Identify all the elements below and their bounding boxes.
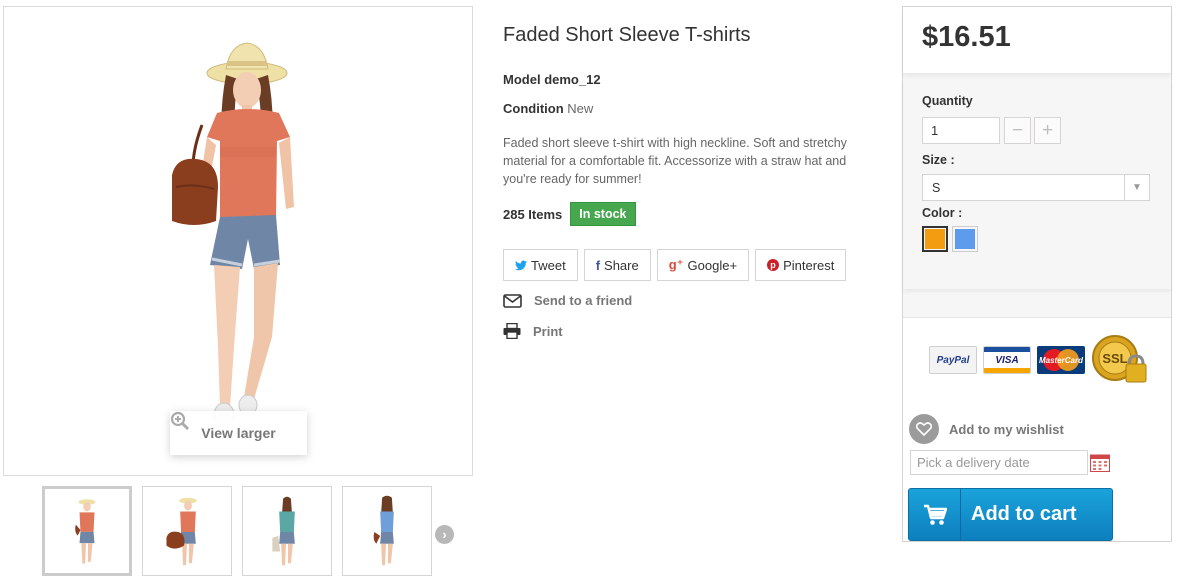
pinterest-button[interactable]: p Pinterest: [755, 249, 847, 281]
thumbnail-photo: [166, 497, 197, 566]
quantity-label: Quantity: [922, 94, 973, 108]
color-label: Color :: [922, 206, 963, 220]
product-info: Faded Short Sleeve T-shirts Model demo_1…: [503, 22, 873, 339]
mastercard-logo: MasterCard: [1037, 346, 1085, 374]
color-swatch-blue[interactable]: [952, 226, 978, 252]
view-larger-button[interactable]: View larger: [170, 411, 307, 455]
model-value: demo_12: [544, 72, 601, 87]
product-condition: Condition New: [503, 101, 593, 116]
facebook-share-button[interactable]: f Share: [583, 249, 651, 281]
size-select[interactable]: S ▼: [922, 174, 1150, 201]
product-title: Faded Short Sleeve T-shirts: [503, 24, 751, 46]
thumbnail-2[interactable]: [142, 486, 232, 576]
ssl-seal-icon: SSL: [1092, 335, 1147, 383]
heart-icon: [909, 414, 939, 444]
envelope-icon: [503, 293, 522, 308]
model-photo: [172, 42, 294, 428]
product-options: Quantity − + Size : S ▼ Color :: [903, 79, 1171, 289]
thumbnail-strip: [42, 486, 432, 576]
payment-and-cart-area: PayPal VISA MasterCard SSL Add to my wis…: [903, 317, 1171, 541]
printer-icon: [503, 323, 521, 339]
print-label: Print: [533, 323, 563, 339]
model-label: Model: [503, 72, 541, 87]
thumbnail-photo: [272, 496, 295, 566]
social-share-buttons: Tweet f Share g⁺ Google+ p Pinterest: [503, 249, 847, 281]
tweet-button[interactable]: Tweet: [503, 249, 578, 281]
thumbnail-photo: [373, 495, 394, 566]
stock-row: 285 Items In stock: [503, 202, 636, 226]
size-selected-value: S: [932, 180, 941, 195]
color-swatch-fill: [955, 229, 975, 249]
print-link[interactable]: Print: [503, 323, 563, 339]
product-price: $16.51: [922, 21, 1011, 53]
chevron-down-icon: ▼: [1124, 175, 1149, 200]
color-swatch-fill: [925, 229, 945, 249]
twitter-bird-icon: [515, 260, 527, 270]
quantity-plus-button[interactable]: +: [1034, 117, 1061, 144]
share-label: Share: [604, 257, 639, 273]
product-model: Model demo_12: [503, 72, 601, 87]
shopping-cart-icon: [909, 489, 961, 540]
google-plus-icon: g⁺: [668, 257, 684, 272]
quantity-input[interactable]: [922, 117, 1000, 144]
wishlist-label: Add to my wishlist: [949, 421, 1064, 437]
buy-box: $16.51 Quantity − + Size : S ▼ Color : P…: [902, 6, 1172, 542]
payment-logos: PayPal VISA MasterCard SSL: [929, 332, 1149, 388]
thumbnail-1[interactable]: [42, 486, 132, 576]
send-to-friend-label: Send to a friend: [534, 293, 633, 308]
add-to-cart-label: Add to cart: [971, 503, 1077, 525]
pinterest-p-icon: p: [767, 259, 780, 271]
condition-value: New: [567, 101, 594, 116]
svg-text:p: p: [770, 260, 776, 270]
facebook-f-icon: f: [595, 257, 601, 273]
add-to-cart-button[interactable]: Add to cart: [908, 488, 1113, 541]
chevron-right-icon[interactable]: ›: [435, 525, 454, 544]
size-label: Size :: [922, 153, 955, 167]
view-larger-label: View larger: [201, 425, 276, 441]
stock-status-badge: In stock: [570, 202, 636, 226]
zoom-in-icon: [170, 411, 190, 431]
quantity-minus-button[interactable]: −: [1004, 117, 1031, 144]
items-count: 285 Items: [503, 206, 563, 222]
calendar-icon[interactable]: [1090, 453, 1110, 472]
google-plus-button[interactable]: g⁺ Google+: [656, 249, 750, 281]
mastercard-label: MasterCard: [1038, 355, 1083, 365]
thumbnail-4[interactable]: [342, 486, 432, 576]
condition-label: Condition: [503, 101, 564, 116]
product-description: Faded short sleeve t-shirt with high nec…: [503, 136, 847, 186]
thumbnail-3[interactable]: [242, 486, 332, 576]
price-area: $16.51: [903, 7, 1171, 73]
add-to-wishlist-link[interactable]: Add to my wishlist: [909, 414, 1064, 444]
visa-logo: VISA: [983, 346, 1031, 374]
paypal-logo: PayPal: [929, 346, 977, 374]
product-main-image[interactable]: View larger: [3, 6, 473, 476]
thumbnail-photo: [75, 499, 96, 564]
pinterest-label: Pinterest: [783, 257, 835, 273]
send-to-friend-link[interactable]: Send to a friend: [503, 293, 632, 308]
ssl-label: SSL: [1102, 351, 1127, 366]
delivery-date-input[interactable]: [910, 450, 1088, 475]
tweet-label: Tweet: [531, 257, 566, 273]
color-swatch-orange[interactable]: [922, 226, 948, 252]
google-plus-label: Google+: [687, 257, 738, 273]
